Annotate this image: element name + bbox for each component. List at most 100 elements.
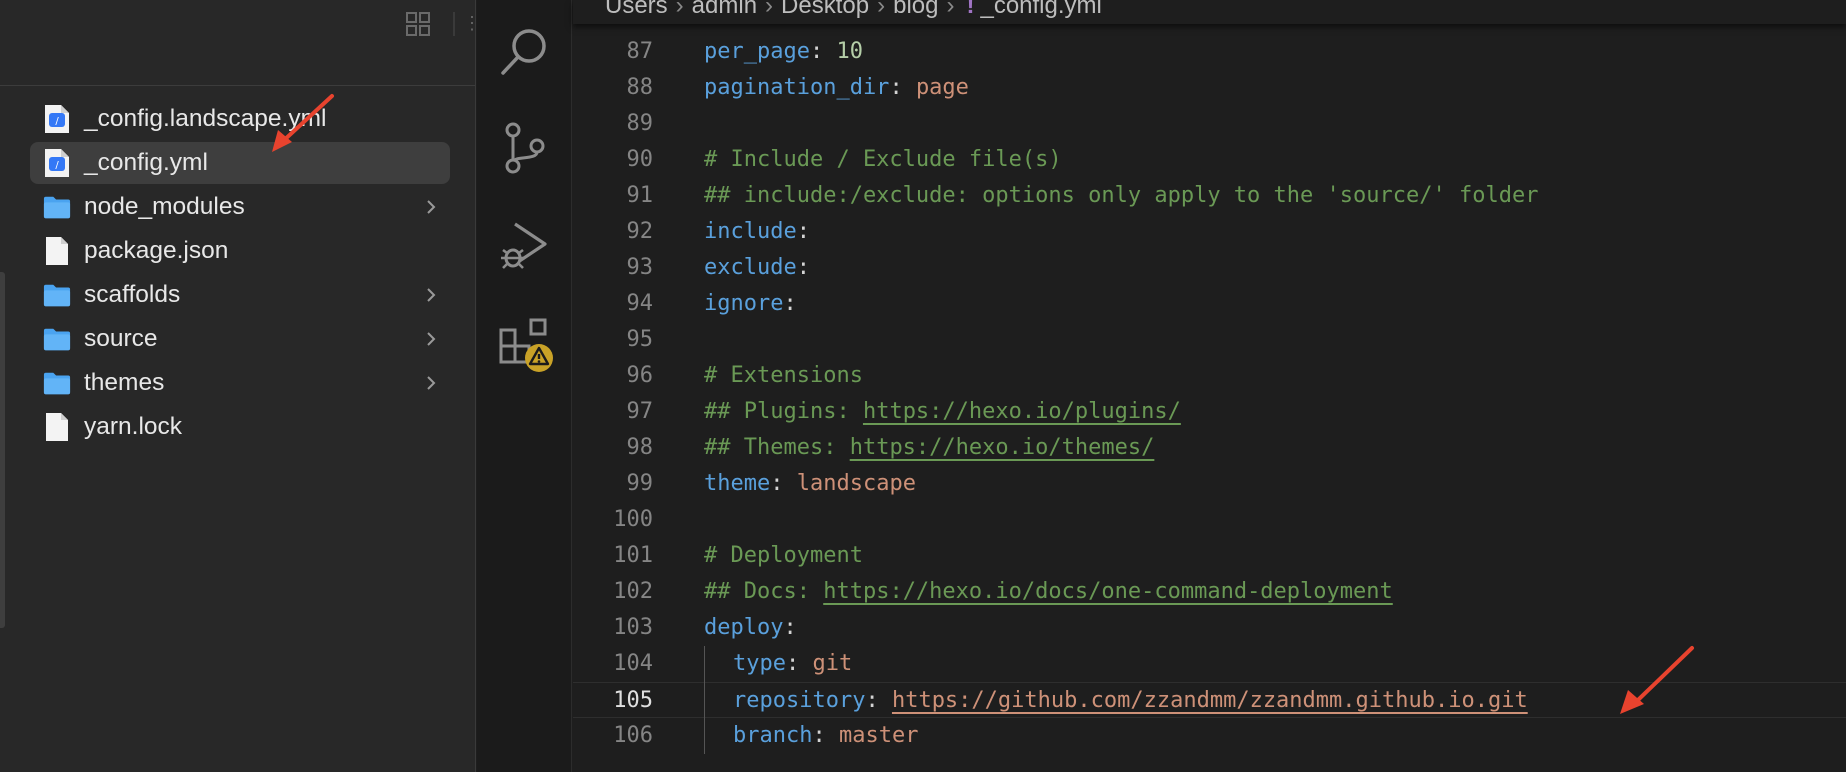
file-icon [43,236,71,266]
yaml-key: type [733,651,786,676]
yaml-comment: ## Plugins: [704,399,863,424]
yaml-colon: : [796,219,810,244]
chevron-right-icon[interactable] [426,199,436,215]
line-text: ## Plugins: https://hexo.io/plugins/ [704,394,1181,430]
run-debug-icon[interactable] [497,218,553,274]
code-line: 95 [573,322,1846,358]
breadcrumb: Users › admin › Desktop › blog ›! _config.yml [573,0,1846,24]
yaml-string: page [915,75,969,100]
breadcrumb-item[interactable]: admin [692,0,757,19]
source-control-icon[interactable] [497,120,553,176]
yaml-key: per_page [704,39,810,64]
extensions-icon[interactable] [497,316,553,372]
file-name: package.json [84,237,229,264]
yaml-key: theme [704,471,771,496]
yaml-comment: ## Themes: [704,435,850,460]
yaml-string: git [812,651,853,676]
line-number: 96 [626,363,654,388]
line-number: 94 [626,291,654,316]
folder-icon [43,368,71,398]
activity-bar [477,0,572,772]
yaml-colon: : [783,291,797,316]
line-text: # Include / Exclude file(s) [704,142,1062,178]
file-icon [43,412,71,442]
file-item[interactable]: yarn.lock [30,406,450,448]
line-number: 91 [626,183,654,208]
line-text: # Extensions [704,358,863,394]
yaml-colon: : [812,723,839,748]
code-line: 97 ## Plugins: https://hexo.io/plugins/ [573,394,1846,430]
yaml-comment: # Include / Exclude file(s) [704,147,1062,172]
breadcrumb-item[interactable]: Users [605,0,668,19]
annotation-arrow [272,94,334,152]
yaml-colon: : [785,651,813,676]
line-number: 106 [613,723,653,748]
code-line: 99 theme: landscape [573,466,1846,502]
line-text: repository: https://github.com/zzandmm/z… [733,683,1528,719]
chevron-right-icon[interactable] [426,331,436,347]
breadcrumb-file[interactable]: _config.yml [980,0,1101,19]
line-number: 103 [613,615,653,640]
yaml-key: exclude [704,255,797,280]
file-item[interactable]: / _config.landscape.yml [30,98,450,140]
folder-item[interactable]: scaffolds [30,274,450,316]
folder-item[interactable]: node_modules [30,186,450,228]
url-link[interactable]: https://github.com/zzandmm/zzandmm.githu… [892,688,1528,713]
file-name: scaffolds [84,281,181,308]
line-number: 102 [613,579,653,604]
code-line: 92 include: [573,214,1846,250]
line-text: exclude: [704,250,810,286]
code-line: 94 ignore: [573,286,1846,322]
yaml-comment: ## Docs: [704,579,824,604]
file-name: source [84,325,158,352]
breadcrumb-item[interactable]: Desktop [781,0,869,19]
code-line: 91 ## include:/exclude: options only appl… [573,178,1846,214]
explorer-toolbar: ⋮ [0,0,481,86]
yaml-key: branch [733,723,813,748]
line-text: ## Docs: https://hexo.io/docs/one-comman… [704,574,1393,610]
folder-item[interactable]: themes [30,362,450,404]
folder-icon [43,280,71,310]
file-name: _config.yml [84,149,208,176]
yaml-number: 10 [836,39,863,64]
line-number: 99 [626,471,654,496]
code-line: 89 [573,106,1846,142]
breadcrumb-separator-icon: › [675,0,684,19]
breadcrumb-item[interactable]: blog [893,0,938,19]
yaml-comment: # Deployment [704,543,863,568]
chevron-right-icon[interactable] [426,375,436,391]
line-number: 90 [626,147,654,172]
toolbar-divider [453,12,455,36]
folder-icon [43,324,71,354]
line-number: 89 [626,111,654,136]
file-item[interactable]: package.json [30,230,450,272]
yaml-colon: : [783,615,797,640]
url-link[interactable]: https://hexo.io/docs/one-command-deploym… [823,579,1393,604]
line-number: 95 [626,327,654,352]
code-line: 106 branch: master [573,718,1846,754]
search-icon[interactable] [497,24,553,80]
line-text: include: [704,214,810,250]
line-text: ## include:/exclude: options only apply … [704,178,1538,214]
line-text: ignore: [704,286,797,322]
code-line: 96 # Extensions [573,358,1846,394]
folder-item[interactable]: source [30,318,450,360]
line-number: 105 [613,688,653,713]
file-item[interactable]: / _config.yml [30,142,450,184]
chevron-right-icon[interactable] [426,287,436,303]
url-link[interactable]: https://hexo.io/themes/ [850,435,1155,460]
yaml-comment: # Extensions [704,363,863,388]
breadcrumb-separator-icon: › [946,0,955,19]
line-text: theme: landscape [704,466,916,502]
warning-icon [525,344,553,372]
line-number: 100 [613,507,653,532]
url-link[interactable]: https://hexo.io/plugins/ [863,399,1181,424]
file-name: node_modules [84,193,245,220]
grid-view-icon[interactable] [405,11,431,37]
yaml-key: pagination_dir [704,75,890,100]
code-line: 98 ## Themes: https://hexo.io/themes/ [573,430,1846,466]
line-number: 92 [626,219,654,244]
breadcrumb-separator-icon: › [765,0,774,19]
scrollbar[interactable] [0,272,5,628]
yaml-key: repository [733,688,866,713]
